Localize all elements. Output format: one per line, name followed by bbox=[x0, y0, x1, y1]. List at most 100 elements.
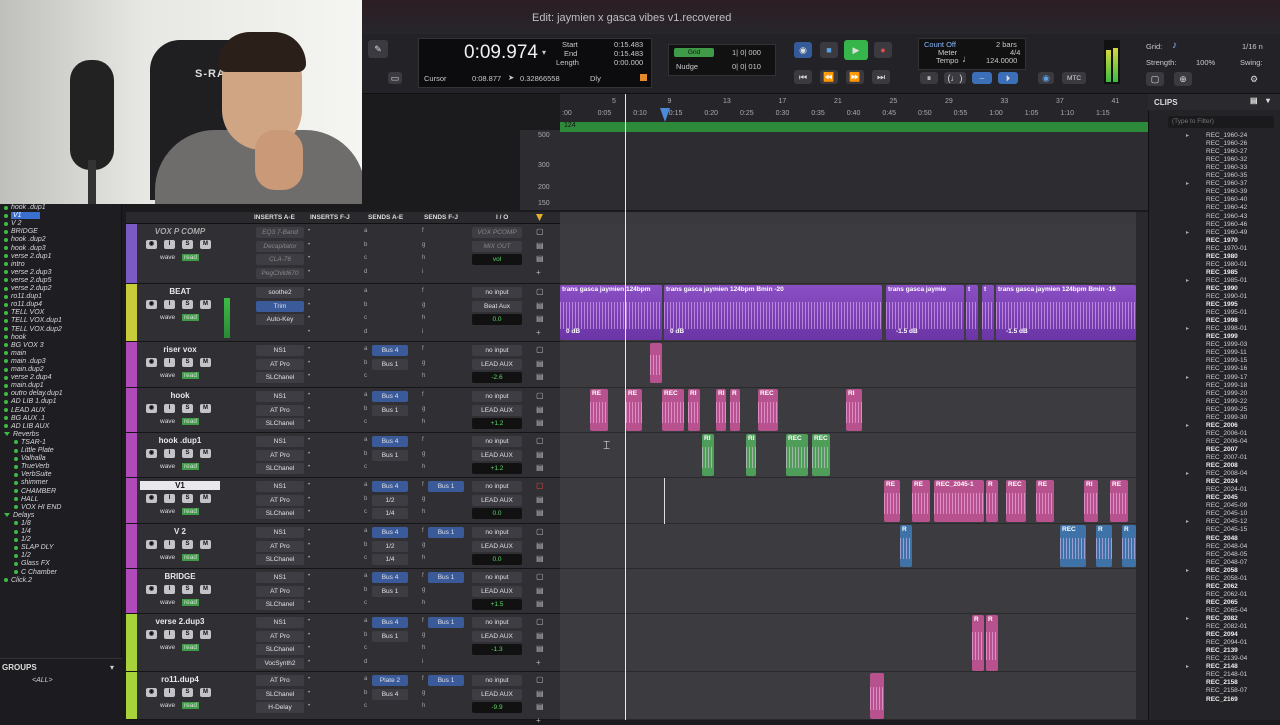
output-selector[interactable]: LEAD AUX bbox=[472, 358, 522, 370]
output-selector[interactable]: LEAD AUX bbox=[472, 630, 522, 642]
clip-list-item[interactable]: REC_2058-01 bbox=[1206, 575, 1247, 582]
track-rec-button[interactable]: ◉ bbox=[146, 494, 157, 503]
track-rec-button[interactable]: ◉ bbox=[146, 240, 157, 249]
send-slot[interactable]: Bus 1 bbox=[372, 630, 408, 642]
nav-track-item[interactable]: SLAP DLY bbox=[14, 544, 54, 551]
insert-slot[interactable]: SLChanel bbox=[256, 463, 304, 474]
nav-visibility-dot[interactable] bbox=[14, 505, 18, 510]
clip-list-item[interactable]: REC_2045-10 bbox=[1206, 510, 1247, 517]
volume-display[interactable]: -9.9 bbox=[472, 702, 522, 713]
v1-clip[interactable]: RE bbox=[1036, 480, 1054, 522]
track-lane[interactable] bbox=[560, 524, 1136, 569]
clip-list-item[interactable]: REC_2148-01 bbox=[1206, 671, 1247, 678]
volume-display[interactable]: -2.6 bbox=[472, 372, 522, 383]
track-automation-selector[interactable]: read bbox=[182, 508, 200, 515]
clip-list-item[interactable]: REC_2082-01 bbox=[1206, 623, 1247, 630]
insert-slot[interactable]: Decapitator bbox=[256, 240, 304, 252]
clip-list-item[interactable]: REC_1995 bbox=[1206, 301, 1238, 308]
clip-list-item[interactable]: REC_2008-04 bbox=[1206, 470, 1247, 477]
clip-list-item[interactable]: REC_1970-01 bbox=[1206, 245, 1247, 252]
clip-expand-icon[interactable]: ▸ bbox=[1186, 374, 1189, 381]
hook-dup-clip[interactable]: REC bbox=[812, 434, 830, 476]
input-selector[interactable]: no input bbox=[472, 675, 522, 686]
clip-expand-icon[interactable]: ▸ bbox=[1186, 470, 1189, 477]
nav-visibility-dot[interactable] bbox=[14, 472, 18, 477]
track-automation-selector[interactable]: read bbox=[182, 254, 200, 261]
nav-visibility-dot[interactable] bbox=[4, 416, 8, 421]
insert-slot[interactable]: AT Pro bbox=[256, 630, 304, 642]
insert-slot[interactable]: EQ3 7-Band bbox=[256, 227, 304, 238]
clip-list-item[interactable]: REC_1960-40 bbox=[1206, 196, 1247, 203]
riser-clip[interactable] bbox=[650, 343, 662, 383]
track-automation-selector[interactable]: read bbox=[182, 644, 200, 651]
nav-track-item[interactable]: ro11.dup1 bbox=[4, 293, 42, 300]
io-side-icon[interactable]: ▤ bbox=[536, 599, 544, 608]
clip-list-item[interactable]: REC_1999-25 bbox=[1206, 406, 1247, 413]
clip-list-item[interactable]: REC_1998-01 bbox=[1206, 325, 1247, 332]
send-slot[interactable]: 1/2 bbox=[372, 494, 408, 506]
nav-track-item[interactable]: main.dup1 bbox=[4, 382, 44, 389]
clip-list-item[interactable]: REC_2065-04 bbox=[1206, 607, 1247, 614]
track-solo-button[interactable]: S bbox=[182, 240, 193, 249]
track-name[interactable]: V 2 bbox=[140, 527, 220, 536]
clip-list-item[interactable]: REC_2048-05 bbox=[1206, 551, 1247, 558]
input-selector[interactable]: no input bbox=[472, 287, 522, 298]
io-side-icon[interactable]: ▤ bbox=[536, 508, 544, 517]
clip-list-item[interactable]: REC_1999-22 bbox=[1206, 398, 1247, 405]
clip-list-item[interactable]: REC_2062-01 bbox=[1206, 591, 1247, 598]
v2-clip[interactable]: R bbox=[1096, 525, 1112, 567]
insert-slot[interactable]: NS1 bbox=[256, 436, 304, 447]
nav-track-item[interactable]: hook .dup1 bbox=[4, 204, 46, 211]
settings-gear-icon[interactable]: ⚙ bbox=[1246, 72, 1262, 86]
io-side-icon[interactable]: ▤ bbox=[536, 314, 544, 323]
v2-clip[interactable]: R bbox=[900, 525, 912, 567]
clip-list-item[interactable]: REC_1980 bbox=[1206, 253, 1238, 260]
track-view-selector[interactable]: wave bbox=[160, 314, 175, 321]
nav-visibility-dot[interactable] bbox=[4, 359, 8, 364]
io-side-icon[interactable]: ▤ bbox=[536, 405, 544, 414]
mtc-button[interactable]: MTC bbox=[1062, 72, 1086, 84]
io-side-icon[interactable]: ▤ bbox=[536, 541, 544, 550]
io-side-icon[interactable]: ▢ bbox=[536, 345, 544, 354]
insert-slot[interactable]: AT Pro bbox=[256, 494, 304, 506]
nav-visibility-dot[interactable] bbox=[4, 302, 8, 307]
track-solo-button[interactable]: S bbox=[182, 688, 193, 697]
nav-track-item[interactable]: verse 2.dup3 bbox=[4, 269, 51, 276]
clip-list-item[interactable]: REC_1990-01 bbox=[1206, 293, 1247, 300]
hook-clip[interactable]: R bbox=[730, 389, 740, 431]
io-side-icon[interactable]: ▤ bbox=[536, 644, 544, 653]
volume-display[interactable]: +1.2 bbox=[472, 463, 522, 474]
nav-track-item[interactable]: HALL bbox=[14, 496, 39, 503]
volume-display[interactable]: -1.3 bbox=[472, 644, 522, 655]
track-view-selector[interactable]: wave bbox=[160, 463, 175, 470]
zoom-toggle-button[interactable]: ▭ bbox=[388, 72, 402, 84]
io-side-icon[interactable]: ▤ bbox=[536, 254, 544, 263]
vertical-scrollbar[interactable] bbox=[1136, 212, 1148, 720]
track-automation-selector[interactable]: read bbox=[182, 463, 200, 470]
nav-visibility-dot[interactable] bbox=[4, 270, 8, 275]
track-rec-button[interactable]: ◉ bbox=[146, 449, 157, 458]
clip-list-item[interactable]: REC_1980-01 bbox=[1206, 261, 1247, 268]
nav-visibility-dot[interactable] bbox=[4, 351, 8, 356]
insert-slot[interactable]: H-Delay bbox=[256, 702, 304, 713]
nav-track-item[interactable]: 1/2 bbox=[14, 552, 31, 559]
verse-clip[interactable]: R bbox=[986, 615, 998, 671]
io-side-icon[interactable]: + bbox=[536, 328, 541, 337]
stop-button[interactable]: ■ bbox=[820, 42, 838, 58]
v1-clip[interactable]: REC_2045-1 bbox=[934, 480, 984, 522]
tempo-value[interactable]: 124.0000 bbox=[986, 56, 1017, 65]
io-side-icon[interactable]: ▢ bbox=[536, 617, 544, 626]
clip-list-item[interactable]: REC_1985-01 bbox=[1206, 277, 1247, 284]
track-mute-button[interactable]: M bbox=[200, 404, 211, 413]
nav-track-item[interactable]: outro delay.dup1 bbox=[4, 390, 63, 397]
send-fj-slot[interactable]: Bus 1 bbox=[428, 675, 464, 686]
clip-list-item[interactable]: REC_1999-11 bbox=[1206, 349, 1247, 356]
send-slot[interactable]: Bus 1 bbox=[372, 585, 408, 597]
clip-expand-icon[interactable]: ▸ bbox=[1186, 422, 1189, 429]
clip-list-item[interactable]: REC_1999-17 bbox=[1206, 374, 1247, 381]
insert-slot[interactable]: NS1 bbox=[256, 527, 304, 538]
track-name[interactable]: hook .dup1 bbox=[140, 436, 220, 445]
nav-visibility-dot[interactable] bbox=[4, 327, 8, 331]
nav-track-item[interactable]: main .dup3 bbox=[4, 358, 46, 365]
io-side-icon[interactable]: + bbox=[536, 268, 541, 277]
